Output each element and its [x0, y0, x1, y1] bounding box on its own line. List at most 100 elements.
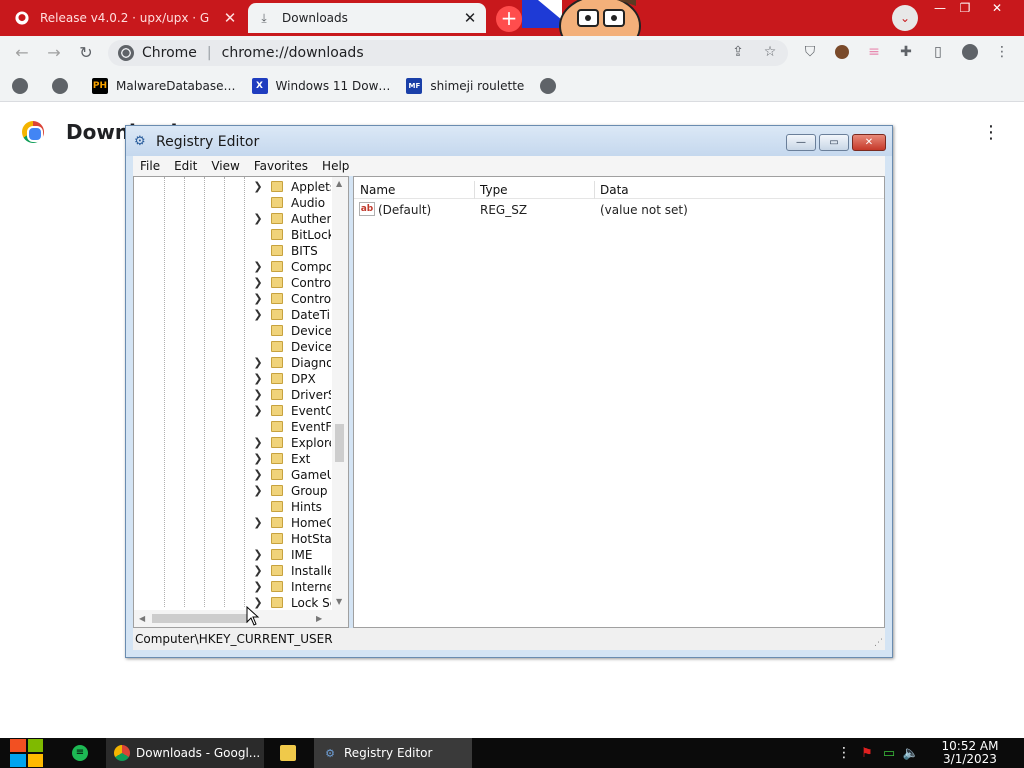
- tree-item[interactable]: ❯ Explorer: [134, 435, 334, 451]
- close-button[interactable]: ✕: [852, 134, 886, 151]
- tree-vertical-scrollbar[interactable]: [332, 177, 348, 610]
- taskbar-item-explorer[interactable]: [272, 738, 308, 768]
- start-button[interactable]: [10, 739, 43, 767]
- chevron-right-icon[interactable]: ❯: [252, 404, 264, 417]
- chevron-right-icon[interactable]: ❯: [252, 388, 264, 401]
- chevron-right-icon[interactable]: ❯: [252, 260, 264, 273]
- tab-search-button[interactable]: ⌄: [892, 5, 918, 31]
- taskbar-item-regedit[interactable]: ⚙ Registry Editor: [314, 738, 472, 768]
- tree-item[interactable]: ❯ Diagnostics: [134, 355, 334, 371]
- tree-item[interactable]: BITS: [134, 243, 334, 259]
- spotify-icon[interactable]: ≡: [72, 745, 88, 761]
- tree-item[interactable]: ❯ Internet: [134, 579, 334, 595]
- chevron-right-icon[interactable]: ❯: [252, 212, 264, 225]
- back-button[interactable]: ←: [12, 43, 32, 63]
- address-bar[interactable]: Chrome | chrome://downloads: [108, 40, 788, 66]
- value-name[interactable]: (Default): [378, 203, 431, 217]
- close-button[interactable]: ✕: [982, 0, 1012, 18]
- bookmark-item[interactable]: [12, 77, 36, 94]
- bookmark-item[interactable]: [540, 77, 564, 94]
- tree-item[interactable]: ❯ Ext: [134, 451, 334, 467]
- column-name[interactable]: Name: [360, 183, 395, 197]
- chevron-right-icon[interactable]: ❯: [252, 452, 264, 465]
- bookmark-item[interactable]: MF shimeji roulette: [406, 77, 524, 94]
- scroll-thumb[interactable]: [152, 614, 248, 623]
- flag-extension-icon[interactable]: ≡: [864, 42, 884, 62]
- chevron-right-icon[interactable]: ❯: [252, 372, 264, 385]
- tree-item[interactable]: ❯ Component: [134, 259, 334, 275]
- menu-file[interactable]: File: [133, 159, 167, 173]
- tree-item[interactable]: EventForwarding: [134, 419, 334, 435]
- tree-item[interactable]: ❯ DPX: [134, 371, 334, 387]
- tree-item[interactable]: ❯ Group: [134, 483, 334, 499]
- tree-item[interactable]: ❯ Control: [134, 275, 334, 291]
- more-actions-icon[interactable]: ⋮: [982, 122, 1000, 143]
- profile-icon[interactable]: [960, 42, 980, 62]
- tree-item[interactable]: Audio: [134, 195, 334, 211]
- chevron-right-icon[interactable]: ❯: [252, 548, 264, 561]
- tree-item[interactable]: ❯ DateTime: [134, 307, 334, 323]
- chevron-right-icon[interactable]: ❯: [252, 580, 264, 593]
- ublock-icon[interactable]: ⛉: [800, 42, 820, 62]
- tree-item[interactable]: ❯ Authentication: [134, 211, 334, 227]
- tree-item[interactable]: ❯ Control: [134, 291, 334, 307]
- chevron-right-icon[interactable]: ❯: [252, 276, 264, 289]
- tree-item[interactable]: HotStart: [134, 531, 334, 547]
- tree-item[interactable]: Hints: [134, 499, 334, 515]
- show-hidden-icon[interactable]: ⋮: [836, 745, 852, 761]
- close-icon[interactable]: ✕: [222, 9, 238, 27]
- column-divider[interactable]: [594, 181, 595, 199]
- tree-item[interactable]: ❯ DriverSearching: [134, 387, 334, 403]
- tree-item[interactable]: ❯ HomeGroup: [134, 515, 334, 531]
- column-type[interactable]: Type: [480, 183, 508, 197]
- chevron-right-icon[interactable]: ❯: [252, 180, 264, 193]
- tree-item[interactable]: ❯ EventCollector: [134, 403, 334, 419]
- tab-github-release[interactable]: Release v4.0.2 · upx/upx · G ✕: [6, 3, 246, 33]
- menu-favorites[interactable]: Favorites: [247, 159, 315, 173]
- tree-item[interactable]: Device: [134, 339, 334, 355]
- menu-view[interactable]: View: [204, 159, 246, 173]
- maximize-button[interactable]: ▭: [819, 134, 849, 151]
- network-icon[interactable]: ▭: [878, 746, 900, 761]
- resize-grip-icon[interactable]: ⋰: [874, 638, 883, 648]
- taskbar-item-chrome[interactable]: Downloads - Googl...: [106, 738, 264, 768]
- scroll-left-icon[interactable]: ◀: [139, 614, 145, 623]
- bookmark-item[interactable]: [52, 77, 76, 94]
- chevron-right-icon[interactable]: ❯: [252, 564, 264, 577]
- volume-icon[interactable]: 🔈: [900, 746, 922, 761]
- reload-button[interactable]: ↻: [76, 43, 96, 63]
- scroll-up-icon[interactable]: ▲: [336, 179, 342, 188]
- chevron-right-icon[interactable]: ❯: [252, 516, 264, 529]
- taskbar-clock[interactable]: 10:52 AM 3/1/2023: [936, 740, 1004, 766]
- chevron-right-icon[interactable]: ❯: [252, 292, 264, 305]
- tree-item[interactable]: ❯ GameUX: [134, 467, 334, 483]
- scroll-right-icon[interactable]: ▶: [316, 614, 322, 623]
- tree-item[interactable]: ❯ IME: [134, 547, 334, 563]
- column-data[interactable]: Data: [600, 183, 629, 197]
- registry-tree[interactable]: ❯ Applets Audio ❯ Authentication BitLocker BIT…: [133, 176, 349, 628]
- browser-menu-icon[interactable]: ⋮: [992, 42, 1012, 62]
- bookmark-item[interactable]: X Windows 11 Dow…: [251, 77, 390, 94]
- close-icon[interactable]: ✕: [462, 9, 478, 27]
- minimize-button[interactable]: —: [786, 134, 816, 151]
- forward-button[interactable]: →: [44, 43, 64, 63]
- star-icon[interactable]: ☆: [760, 42, 780, 62]
- share-icon[interactable]: ⇪: [728, 42, 748, 62]
- tree-item[interactable]: BitLocker: [134, 227, 334, 243]
- extension-avatar-icon[interactable]: [832, 42, 852, 62]
- puzzle-icon[interactable]: ✚: [896, 42, 916, 62]
- tree-item[interactable]: Device: [134, 323, 334, 339]
- menu-edit[interactable]: Edit: [167, 159, 204, 173]
- tree-item[interactable]: ❯Lock Screen: [134, 595, 334, 611]
- scroll-thumb[interactable]: [335, 424, 344, 462]
- menu-help[interactable]: Help: [315, 159, 356, 173]
- flag-icon[interactable]: ⚑: [856, 746, 878, 761]
- tree-item[interactable]: ❯ Applets: [134, 179, 334, 195]
- column-divider[interactable]: [474, 181, 475, 199]
- maximize-button[interactable]: ❐: [950, 0, 980, 18]
- bookmark-item[interactable]: PH MalwareDatabase…: [92, 77, 236, 94]
- side-panel-icon[interactable]: ▯: [928, 42, 948, 62]
- chevron-right-icon[interactable]: ❯: [252, 356, 264, 369]
- tree-item[interactable]: ❯ Installer: [134, 563, 334, 579]
- chevron-right-icon[interactable]: ❯: [252, 484, 264, 497]
